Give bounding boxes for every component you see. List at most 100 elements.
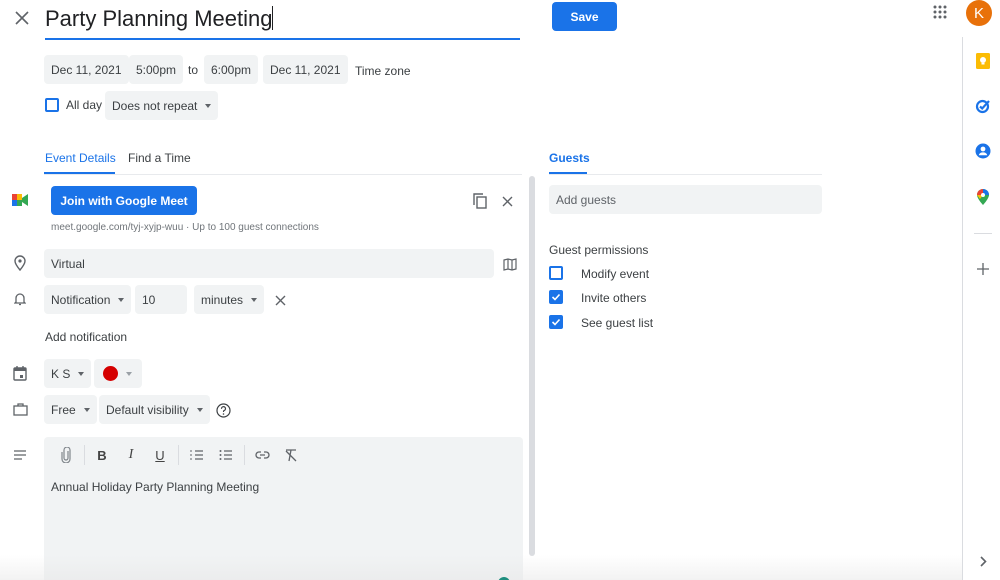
tasks-icon xyxy=(975,99,990,114)
notification-unit-dropdown[interactable]: minutes xyxy=(194,285,265,314)
underline-icon: U xyxy=(155,447,165,463)
location-input[interactable]: Virtual xyxy=(44,249,494,278)
start-date: Dec 11, 2021 xyxy=(51,62,122,77)
notification-amount: 10 xyxy=(142,292,156,307)
apps-grid-icon xyxy=(933,5,947,19)
bottom-fade xyxy=(0,555,962,580)
event-color-swatch xyxy=(103,366,118,381)
start-date-button[interactable]: Dec 11, 2021 xyxy=(44,55,129,84)
attach-button[interactable] xyxy=(56,437,76,473)
event-color-dropdown[interactable] xyxy=(94,359,142,388)
remove-meet-button[interactable] xyxy=(497,191,517,211)
bulleted-list-icon xyxy=(219,450,232,460)
visibility-value: Default visibility xyxy=(106,402,189,417)
paperclip-icon xyxy=(61,447,71,463)
repeat-dropdown[interactable]: Does not repeat xyxy=(105,91,219,120)
caret-down-icon xyxy=(78,371,85,376)
expand-panel-button[interactable] xyxy=(977,553,989,569)
tabs-divider xyxy=(44,174,522,175)
caret-down-icon xyxy=(83,407,90,412)
add-guests-input[interactable]: Add guests xyxy=(549,185,822,214)
notification-type: Notification xyxy=(51,292,111,307)
italic-icon: I xyxy=(128,447,134,462)
add-guests-placeholder: Add guests xyxy=(556,192,617,207)
see-guest-list-checkbox[interactable] xyxy=(549,315,563,329)
tasks-app-button[interactable] xyxy=(975,98,991,114)
see-guest-list-label: See guest list xyxy=(581,316,654,330)
all-day-checkbox[interactable] xyxy=(45,98,59,112)
checkmark-icon xyxy=(551,293,561,301)
close-button[interactable] xyxy=(10,6,34,30)
chevron-right-icon xyxy=(979,555,987,567)
bold-icon: B xyxy=(97,447,107,463)
side-panel xyxy=(962,37,1000,580)
calendar-owner-dropdown[interactable]: K S xyxy=(44,359,92,388)
all-day-label: All day xyxy=(66,98,103,112)
contacts-icon xyxy=(975,143,991,159)
tab-event-details[interactable]: Event Details xyxy=(45,151,116,165)
copy-icon xyxy=(473,193,487,209)
guests-divider xyxy=(549,174,822,175)
insert-link-button[interactable] xyxy=(252,437,272,473)
start-time-button[interactable]: 5:00pm xyxy=(129,55,184,84)
keep-icon xyxy=(976,53,990,69)
tab-find-a-time[interactable]: Find a Time xyxy=(128,151,191,165)
caret-down-icon xyxy=(251,297,258,302)
details-scrollbar[interactable] xyxy=(529,176,535,556)
link-icon xyxy=(254,451,270,459)
bold-button[interactable]: B xyxy=(92,437,112,473)
numbered-list-button[interactable] xyxy=(187,437,207,473)
availability-dropdown[interactable]: Free xyxy=(44,395,97,424)
end-date-button[interactable]: Dec 11, 2021 xyxy=(263,55,348,84)
get-addons-button[interactable] xyxy=(975,261,991,277)
availability-status: Free xyxy=(51,402,76,417)
calendar-owner: K S xyxy=(51,366,71,381)
repeat-value: Does not repeat xyxy=(112,98,198,113)
invite-others-label: Invite others xyxy=(581,291,647,305)
toolbar-separator xyxy=(244,445,245,465)
underline-button[interactable]: U xyxy=(150,437,170,473)
join-meet-label: Join with Google Meet xyxy=(60,193,188,208)
italic-button[interactable]: I xyxy=(121,437,141,473)
close-icon xyxy=(275,295,285,305)
save-button[interactable]: Save xyxy=(552,2,617,31)
remove-notification-button[interactable] xyxy=(270,290,290,310)
map-icon xyxy=(503,257,517,271)
caret-down-icon xyxy=(118,297,125,302)
meet-link-info[interactable]: meet.google.com/tyj-xyjp-wuu · Up to 100… xyxy=(51,222,319,233)
side-panel-divider xyxy=(974,233,992,234)
invite-others-checkbox[interactable] xyxy=(549,290,563,304)
location-pin-icon xyxy=(11,254,29,272)
bell-icon xyxy=(11,290,29,308)
open-map-button[interactable] xyxy=(500,254,520,274)
notification-amount-input[interactable]: 10 xyxy=(135,285,187,314)
modify-event-checkbox[interactable] xyxy=(549,266,563,280)
title-input[interactable]: Party Planning Meeting xyxy=(45,2,520,40)
end-time: 6:00pm xyxy=(211,62,252,77)
visibility-dropdown[interactable]: Default visibility xyxy=(99,395,210,424)
calendar-icon xyxy=(11,364,29,382)
clear-formatting-button[interactable] xyxy=(281,437,301,473)
contacts-app-button[interactable] xyxy=(975,143,991,159)
toolbar-separator xyxy=(178,445,179,465)
apps-button[interactable] xyxy=(928,2,952,22)
maps-icon xyxy=(977,189,989,205)
join-google-meet-button[interactable]: Join with Google Meet xyxy=(51,186,197,215)
close-icon xyxy=(15,11,29,25)
description-text: Annual Holiday Party Planning Meeting xyxy=(51,480,260,494)
copy-meet-link-button[interactable] xyxy=(470,191,490,211)
toolbar-separator xyxy=(84,445,85,465)
keep-app-button[interactable] xyxy=(975,53,991,69)
notification-type-dropdown[interactable]: Notification xyxy=(44,285,132,314)
visibility-help-button[interactable] xyxy=(213,400,233,420)
maps-app-button[interactable] xyxy=(975,189,991,205)
add-notification-button[interactable]: Add notification xyxy=(45,330,127,344)
help-icon xyxy=(215,402,231,418)
title-value: Party Planning Meeting xyxy=(45,6,273,31)
end-time-button[interactable]: 6:00pm xyxy=(204,55,259,84)
timezone-button[interactable]: Time zone xyxy=(355,64,411,78)
end-date: Dec 11, 2021 xyxy=(270,62,341,77)
tab-guests[interactable]: Guests xyxy=(549,151,590,165)
avatar[interactable]: K xyxy=(966,0,992,26)
bulleted-list-button[interactable] xyxy=(216,437,236,473)
